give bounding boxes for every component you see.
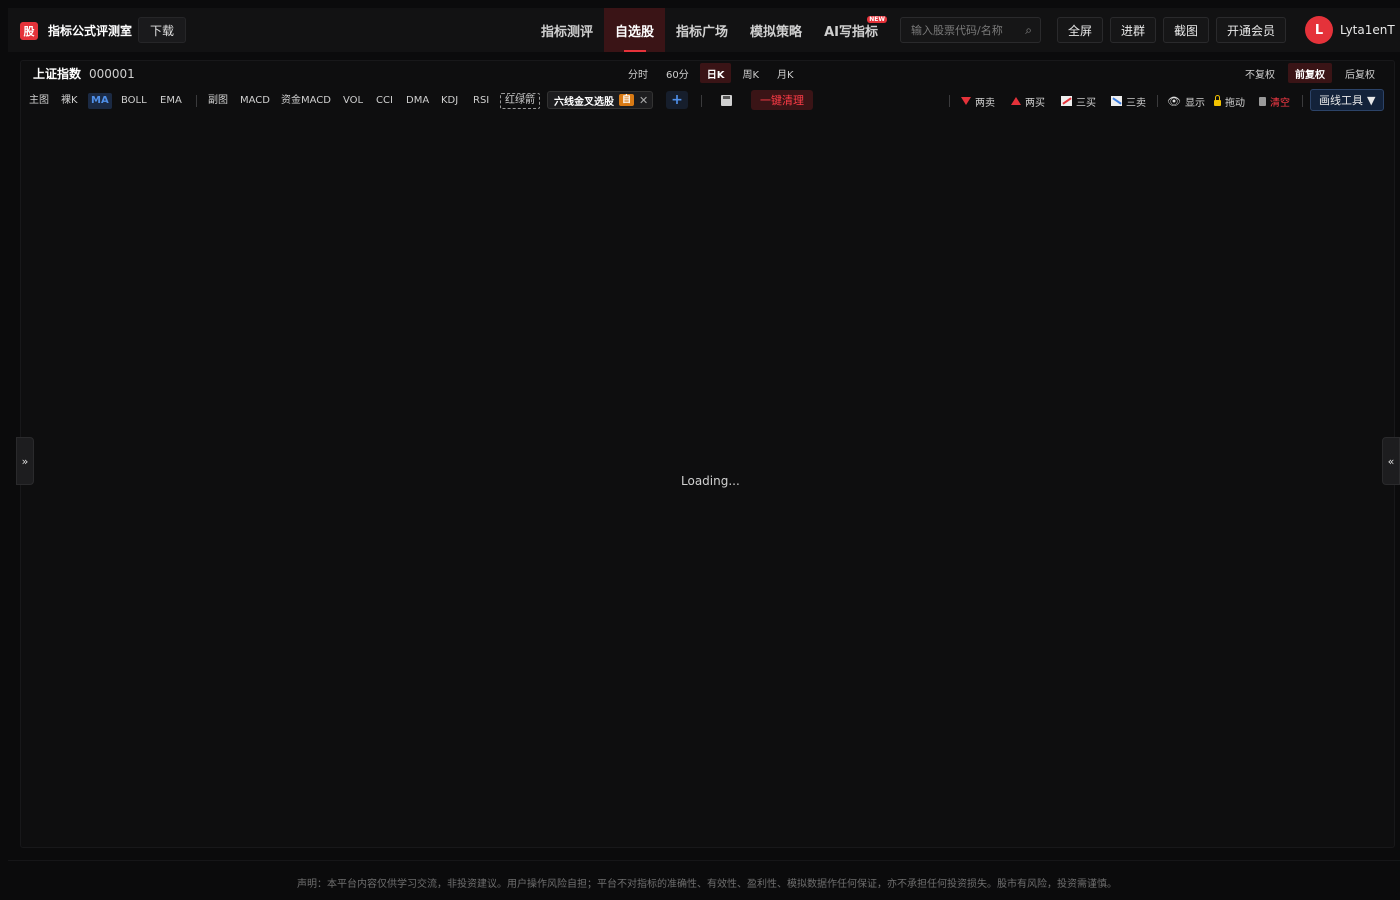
tool-buy-two[interactable]: 两买 xyxy=(1011,93,1045,109)
caret-down-icon: ▼ xyxy=(1367,93,1376,107)
indicator-naked-k[interactable]: 裸K xyxy=(61,93,78,109)
stock-search-box: ⌕ xyxy=(900,17,1041,43)
fullscreen-button[interactable]: 全屏 xyxy=(1057,17,1104,43)
brand-logo-icon: 股 xyxy=(20,22,38,40)
indicator-dma[interactable]: DMA xyxy=(406,93,429,109)
nav-label: 指标测评 xyxy=(541,24,594,40)
custom-indicator-label: 六线金叉选股 xyxy=(554,96,614,108)
join-group-button[interactable]: 进群 xyxy=(1110,17,1157,43)
disclaimer-footer: 声明：本平台内容仅供学习交流，非投资建议。用户操作风险自担；平台不对指标的准确性… xyxy=(297,879,1117,890)
indicator-macd[interactable]: MACD xyxy=(240,93,270,109)
trend-down-icon xyxy=(1111,96,1122,106)
user-avatar[interactable]: L xyxy=(1305,16,1333,44)
period-monthly[interactable]: 月K xyxy=(770,63,801,83)
indicator-ma[interactable]: MA xyxy=(88,93,112,109)
nav-watchlist[interactable]: 自选股 xyxy=(604,8,666,52)
loading-text: Loading... xyxy=(681,474,740,488)
tool-sell-two[interactable]: 两卖 xyxy=(961,93,995,109)
sub-chart-label: 副图 xyxy=(208,95,228,106)
toolbar-divider xyxy=(1157,95,1158,107)
adjust-backward[interactable]: 后复权 xyxy=(1338,63,1382,83)
custom-tag-badge: 自 xyxy=(619,94,635,106)
nav-simulated-strategy[interactable]: 模拟策略 xyxy=(739,8,813,52)
indicator-ema[interactable]: EMA xyxy=(160,93,182,109)
tool-label: 两买 xyxy=(1025,97,1045,109)
tool-sell-three[interactable]: 三卖 xyxy=(1111,93,1146,109)
tool-label: 清空 xyxy=(1270,97,1290,109)
save-icon[interactable] xyxy=(721,95,732,106)
indicator-boll[interactable]: BOLL xyxy=(121,93,147,109)
main-nav: 指标测评 自选股 指标广场 模拟策略 AI写指标 NEW xyxy=(530,8,889,52)
indicator-kdj[interactable]: KDJ xyxy=(441,93,458,109)
indicator-cci[interactable]: CCI xyxy=(376,93,393,109)
eye-icon: 👁 xyxy=(1167,94,1181,108)
tool-label: 三卖 xyxy=(1126,97,1146,109)
brand-name: 指标公式评测室 xyxy=(48,24,133,38)
clear-all-button[interactable]: 一键清理 xyxy=(751,90,813,110)
period-selector: 分时 60分 日K 周K 月K xyxy=(621,63,801,83)
tool-label: 显示 xyxy=(1184,97,1205,109)
add-indicator-button[interactable]: + xyxy=(666,91,688,109)
toolbar-divider xyxy=(196,95,197,107)
stock-code: 000001 xyxy=(89,67,135,81)
adjust-forward[interactable]: 前复权 xyxy=(1288,63,1332,83)
custom-indicator-chip[interactable]: 六线金叉选股 自 ✕ xyxy=(547,91,654,109)
nav-label: 指标广场 xyxy=(676,24,729,40)
trend-up-icon xyxy=(1061,96,1072,106)
plus-icon: + xyxy=(671,92,683,108)
username[interactable]: Lyta1enT xyxy=(1340,22,1395,38)
tool-label: 三买 xyxy=(1076,97,1096,109)
close-icon[interactable]: ✕ xyxy=(639,94,648,107)
tool-label: 两卖 xyxy=(975,97,995,109)
triangle-down-icon xyxy=(961,97,971,105)
adjust-none[interactable]: 不复权 xyxy=(1238,63,1282,83)
price-adjust-selector: 不复权 前复权 后复权 xyxy=(1238,63,1382,83)
indicator-toolbar: 主图 裸K MA BOLL EMA 副图 MACD 资金MACD VOL CCI… xyxy=(21,89,1394,113)
period-intraday[interactable]: 分时 xyxy=(621,63,655,83)
vip-membership-button[interactable]: 开通会员 xyxy=(1216,17,1287,43)
triangle-up-icon xyxy=(1011,97,1021,105)
toggle-show-button[interactable]: 👁 显示 xyxy=(1167,93,1205,109)
nav-indicator-square[interactable]: 指标广场 xyxy=(665,8,739,52)
period-60min[interactable]: 60分 xyxy=(659,63,696,83)
toolbar-divider xyxy=(1302,95,1303,107)
tool-buy-three[interactable]: 三买 xyxy=(1061,93,1096,109)
top-navigation-bar: 股 指标公式评测室 下载 指标测评 自选股 指标广场 模拟策略 AI写指标 NEW… xyxy=(8,8,1400,52)
new-badge: NEW xyxy=(867,16,887,23)
indicator-rsi[interactable]: RSI xyxy=(473,93,489,109)
screenshot-button[interactable]: 截图 xyxy=(1163,17,1210,43)
toggle-drag-button[interactable]: 拖动 xyxy=(1214,93,1245,109)
drawing-tools-dropdown[interactable]: 画线工具 ▼ xyxy=(1310,89,1385,111)
period-daily[interactable]: 日K xyxy=(699,63,732,83)
dropdown-label: 画线工具 xyxy=(1319,94,1363,107)
indicator-vol[interactable]: VOL xyxy=(343,93,363,109)
nav-label: AI写指标 xyxy=(824,24,878,40)
clear-drawings-button[interactable]: 清空 xyxy=(1259,93,1290,109)
stock-name: 上证指数 xyxy=(33,67,82,81)
main-chart-label: 主图 xyxy=(29,95,49,106)
toolbar-divider xyxy=(701,95,702,107)
tool-label: 拖动 xyxy=(1225,97,1245,109)
period-weekly[interactable]: 周K xyxy=(735,63,766,83)
nav-label: 模拟策略 xyxy=(750,24,803,40)
indicator-fund-macd[interactable]: 资金MACD xyxy=(281,93,331,109)
nav-label: 自选股 xyxy=(615,24,655,40)
lock-icon xyxy=(1214,94,1221,106)
stock-search-input[interactable] xyxy=(911,22,1015,38)
nav-indicator-review[interactable]: 指标测评 xyxy=(530,8,604,52)
toolbar-divider xyxy=(949,95,950,107)
indicator-red-green-arrow[interactable]: 红绿箭 xyxy=(500,93,540,109)
trash-icon xyxy=(1259,96,1266,106)
download-button[interactable]: 下载 xyxy=(138,17,187,43)
expand-left-panel-button[interactable]: » xyxy=(16,437,34,485)
search-icon[interactable]: ⌕ xyxy=(1025,23,1032,38)
footer-divider xyxy=(8,860,1400,861)
chevron-left-icon: « xyxy=(1387,454,1395,468)
expand-right-panel-button[interactable]: « xyxy=(1382,437,1400,485)
nav-ai-write-indicator[interactable]: AI写指标 NEW xyxy=(813,8,889,52)
chart-panel: 上证指数 000001 分时 60分 日K 周K 月K 不复权 前复权 后复权 … xyxy=(20,60,1395,848)
chevron-right-icon: » xyxy=(21,454,29,468)
